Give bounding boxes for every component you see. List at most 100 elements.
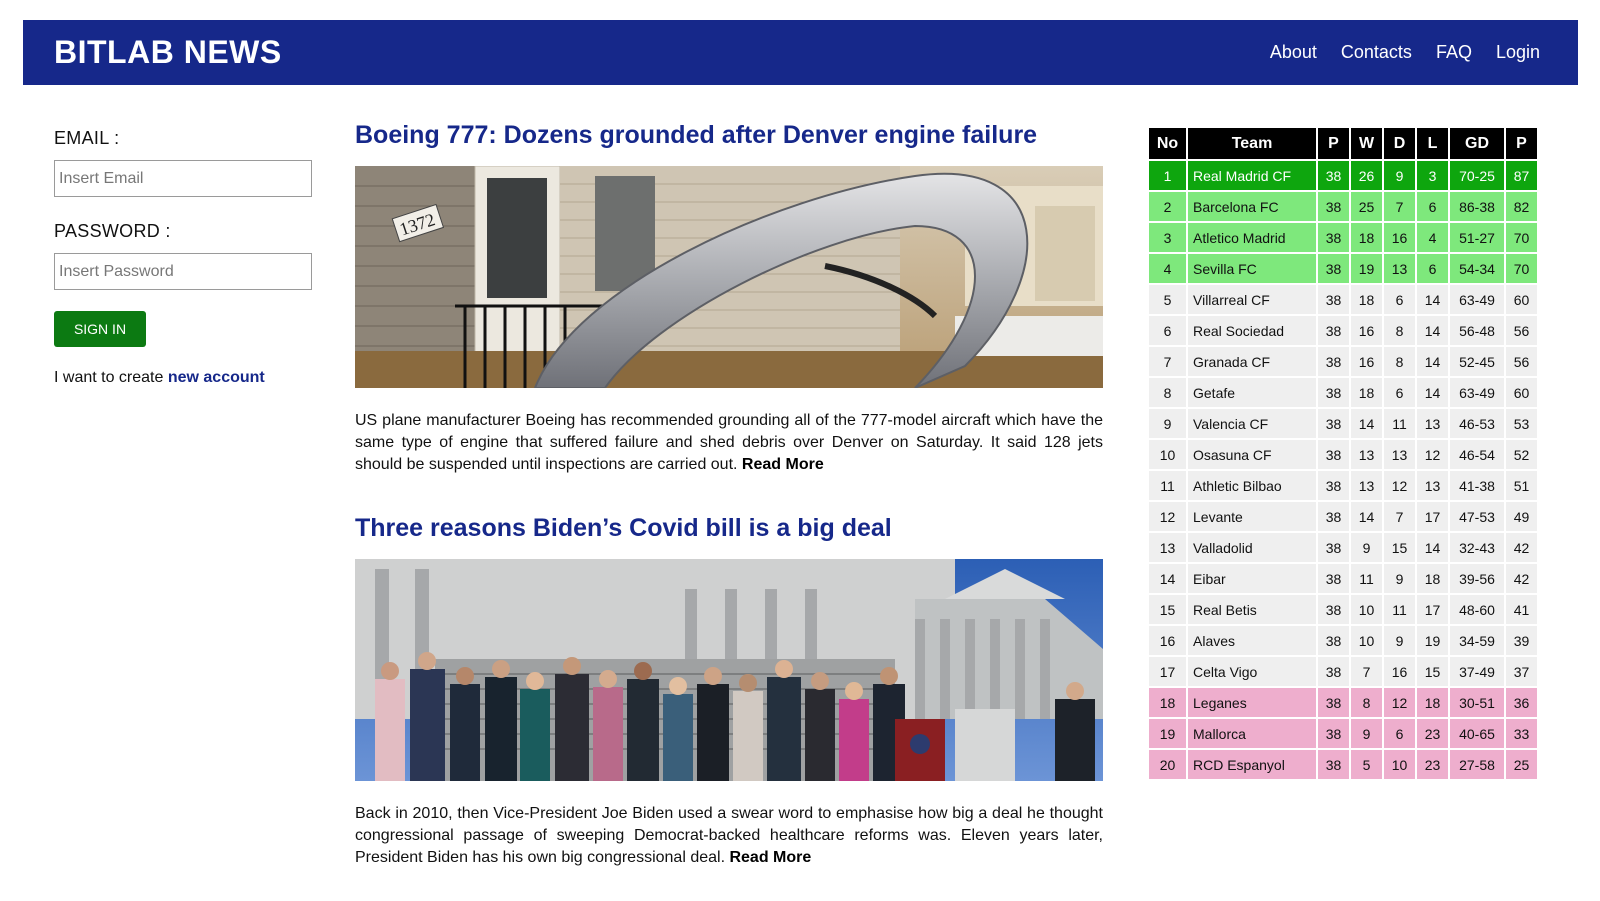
article-biden: Three reasons Biden’s Covid bill is a bi… <box>355 513 1103 869</box>
position-cell: 7 <box>1149 345 1186 376</box>
table-row[interactable]: 1 Real Madrid CF 38 26 9 3 70-25 87 <box>1149 159 1537 190</box>
drawn-cell: 6 <box>1384 717 1415 748</box>
drawn-cell: 15 <box>1384 531 1415 562</box>
lost-cell: 3 <box>1417 159 1448 190</box>
played-cell: 38 <box>1318 500 1349 531</box>
points-cell: 25 <box>1506 748 1537 779</box>
table-row[interactable]: 7 Granada CF 38 16 8 14 52-45 56 <box>1149 345 1537 376</box>
col-header-points[interactable]: P <box>1506 128 1537 159</box>
goal-difference-cell: 70-25 <box>1450 159 1504 190</box>
won-cell: 9 <box>1351 531 1382 562</box>
table-row[interactable]: 9 Valencia CF 38 14 11 13 46-53 53 <box>1149 407 1537 438</box>
lost-cell: 18 <box>1417 686 1448 717</box>
position-cell: 9 <box>1149 407 1186 438</box>
team-cell: Valencia CF <box>1188 407 1316 438</box>
col-header-no[interactable]: No <box>1149 128 1186 159</box>
played-cell: 38 <box>1318 655 1349 686</box>
read-more-link[interactable]: Read More <box>729 849 811 866</box>
team-cell: Real Betis <box>1188 593 1316 624</box>
team-cell: Leganes <box>1188 686 1316 717</box>
team-cell: Granada CF <box>1188 345 1316 376</box>
position-cell: 16 <box>1149 624 1186 655</box>
position-cell: 3 <box>1149 221 1186 252</box>
goal-difference-cell: 46-53 <box>1450 407 1504 438</box>
table-row[interactable]: 2 Barcelona FC 38 25 7 6 86-38 82 <box>1149 190 1537 221</box>
col-header-lost[interactable]: L <box>1417 128 1448 159</box>
points-cell: 41 <box>1506 593 1537 624</box>
col-header-played[interactable]: P <box>1318 128 1349 159</box>
table-row[interactable]: 8 Getafe 38 18 6 14 63-49 60 <box>1149 376 1537 407</box>
table-row[interactable]: 14 Eibar 38 11 9 18 39-56 42 <box>1149 562 1537 593</box>
drawn-cell: 11 <box>1384 593 1415 624</box>
col-header-goal-difference[interactable]: GD <box>1450 128 1504 159</box>
won-cell: 13 <box>1351 469 1382 500</box>
col-header-team[interactable]: Team <box>1188 128 1316 159</box>
played-cell: 38 <box>1318 593 1349 624</box>
team-cell: Getafe <box>1188 376 1316 407</box>
nav-link-login[interactable]: Login <box>1496 42 1540 63</box>
position-cell: 11 <box>1149 469 1186 500</box>
top-navbar: BITLAB NEWS About Contacts FAQ Login <box>23 20 1578 85</box>
article-title[interactable]: Three reasons Biden’s Covid bill is a bi… <box>355 513 1103 543</box>
team-cell: Celta Vigo <box>1188 655 1316 686</box>
nav-link-faq[interactable]: FAQ <box>1436 42 1472 63</box>
col-header-won[interactable]: W <box>1351 128 1382 159</box>
goal-difference-cell: 86-38 <box>1450 190 1504 221</box>
nav-link-contacts[interactable]: Contacts <box>1341 42 1412 63</box>
points-cell: 70 <box>1506 252 1537 283</box>
table-row[interactable]: 3 Atletico Madrid 38 18 16 4 51-27 70 <box>1149 221 1537 252</box>
lost-cell: 14 <box>1417 314 1448 345</box>
table-row[interactable]: 17 Celta Vigo 38 7 16 15 37-49 37 <box>1149 655 1537 686</box>
nav-link-about[interactable]: About <box>1270 42 1317 63</box>
played-cell: 38 <box>1318 717 1349 748</box>
email-field[interactable] <box>54 160 312 197</box>
won-cell: 7 <box>1351 655 1382 686</box>
drawn-cell: 11 <box>1384 407 1415 438</box>
goal-difference-cell: 47-53 <box>1450 500 1504 531</box>
won-cell: 11 <box>1351 562 1382 593</box>
login-form: EMAIL : PASSWORD : SIGN IN I want to cre… <box>54 128 314 387</box>
table-row[interactable]: 10 Osasuna CF 38 13 13 12 46-54 52 <box>1149 438 1537 469</box>
sign-in-button[interactable]: SIGN IN <box>54 311 146 347</box>
lost-cell: 14 <box>1417 376 1448 407</box>
points-cell: 56 <box>1506 345 1537 376</box>
points-cell: 70 <box>1506 221 1537 252</box>
table-row[interactable]: 13 Valladolid 38 9 15 14 32-43 42 <box>1149 531 1537 562</box>
table-row[interactable]: 16 Alaves 38 10 9 19 34-59 39 <box>1149 624 1537 655</box>
new-account-link[interactable]: new account <box>168 369 265 386</box>
position-cell: 15 <box>1149 593 1186 624</box>
table-row[interactable]: 20 RCD Espanyol 38 5 10 23 27-58 25 <box>1149 748 1537 779</box>
table-row[interactable]: 5 Villarreal CF 38 18 6 14 63-49 60 <box>1149 283 1537 314</box>
goal-difference-cell: 34-59 <box>1450 624 1504 655</box>
table-row[interactable]: 4 Sevilla FC 38 19 13 6 54-34 70 <box>1149 252 1537 283</box>
table-row[interactable]: 12 Levante 38 14 7 17 47-53 49 <box>1149 500 1537 531</box>
drawn-cell: 6 <box>1384 283 1415 314</box>
article-title[interactable]: Boeing 777: Dozens grounded after Denver… <box>355 120 1103 150</box>
table-row[interactable]: 11 Athletic Bilbao 38 13 12 13 41-38 51 <box>1149 469 1537 500</box>
team-cell: Villarreal CF <box>1188 283 1316 314</box>
col-header-drawn[interactable]: D <box>1384 128 1415 159</box>
won-cell: 16 <box>1351 314 1382 345</box>
position-cell: 10 <box>1149 438 1186 469</box>
site-logo[interactable]: BITLAB NEWS <box>54 34 282 71</box>
lost-cell: 17 <box>1417 593 1448 624</box>
lost-cell: 14 <box>1417 531 1448 562</box>
lost-cell: 23 <box>1417 717 1448 748</box>
won-cell: 9 <box>1351 717 1382 748</box>
lost-cell: 17 <box>1417 500 1448 531</box>
table-row[interactable]: 19 Mallorca 38 9 6 23 40-65 33 <box>1149 717 1537 748</box>
team-cell: Levante <box>1188 500 1316 531</box>
lost-cell: 6 <box>1417 252 1448 283</box>
table-row[interactable]: 18 Leganes 38 8 12 18 30-51 36 <box>1149 686 1537 717</box>
standings-body: 1 Real Madrid CF 38 26 9 3 70-25 87 2 Barcelona F… <box>1149 159 1537 779</box>
team-cell: Real Sociedad <box>1188 314 1316 345</box>
password-field[interactable] <box>54 253 312 290</box>
goal-difference-cell: 32-43 <box>1450 531 1504 562</box>
engine-debris-illustration: 1372 <box>355 166 1103 388</box>
won-cell: 18 <box>1351 221 1382 252</box>
read-more-link[interactable]: Read More <box>742 456 824 473</box>
won-cell: 18 <box>1351 376 1382 407</box>
table-row[interactable]: 15 Real Betis 38 10 11 17 48-60 41 <box>1149 593 1537 624</box>
table-row[interactable]: 6 Real Sociedad 38 16 8 14 56-48 56 <box>1149 314 1537 345</box>
played-cell: 38 <box>1318 407 1349 438</box>
